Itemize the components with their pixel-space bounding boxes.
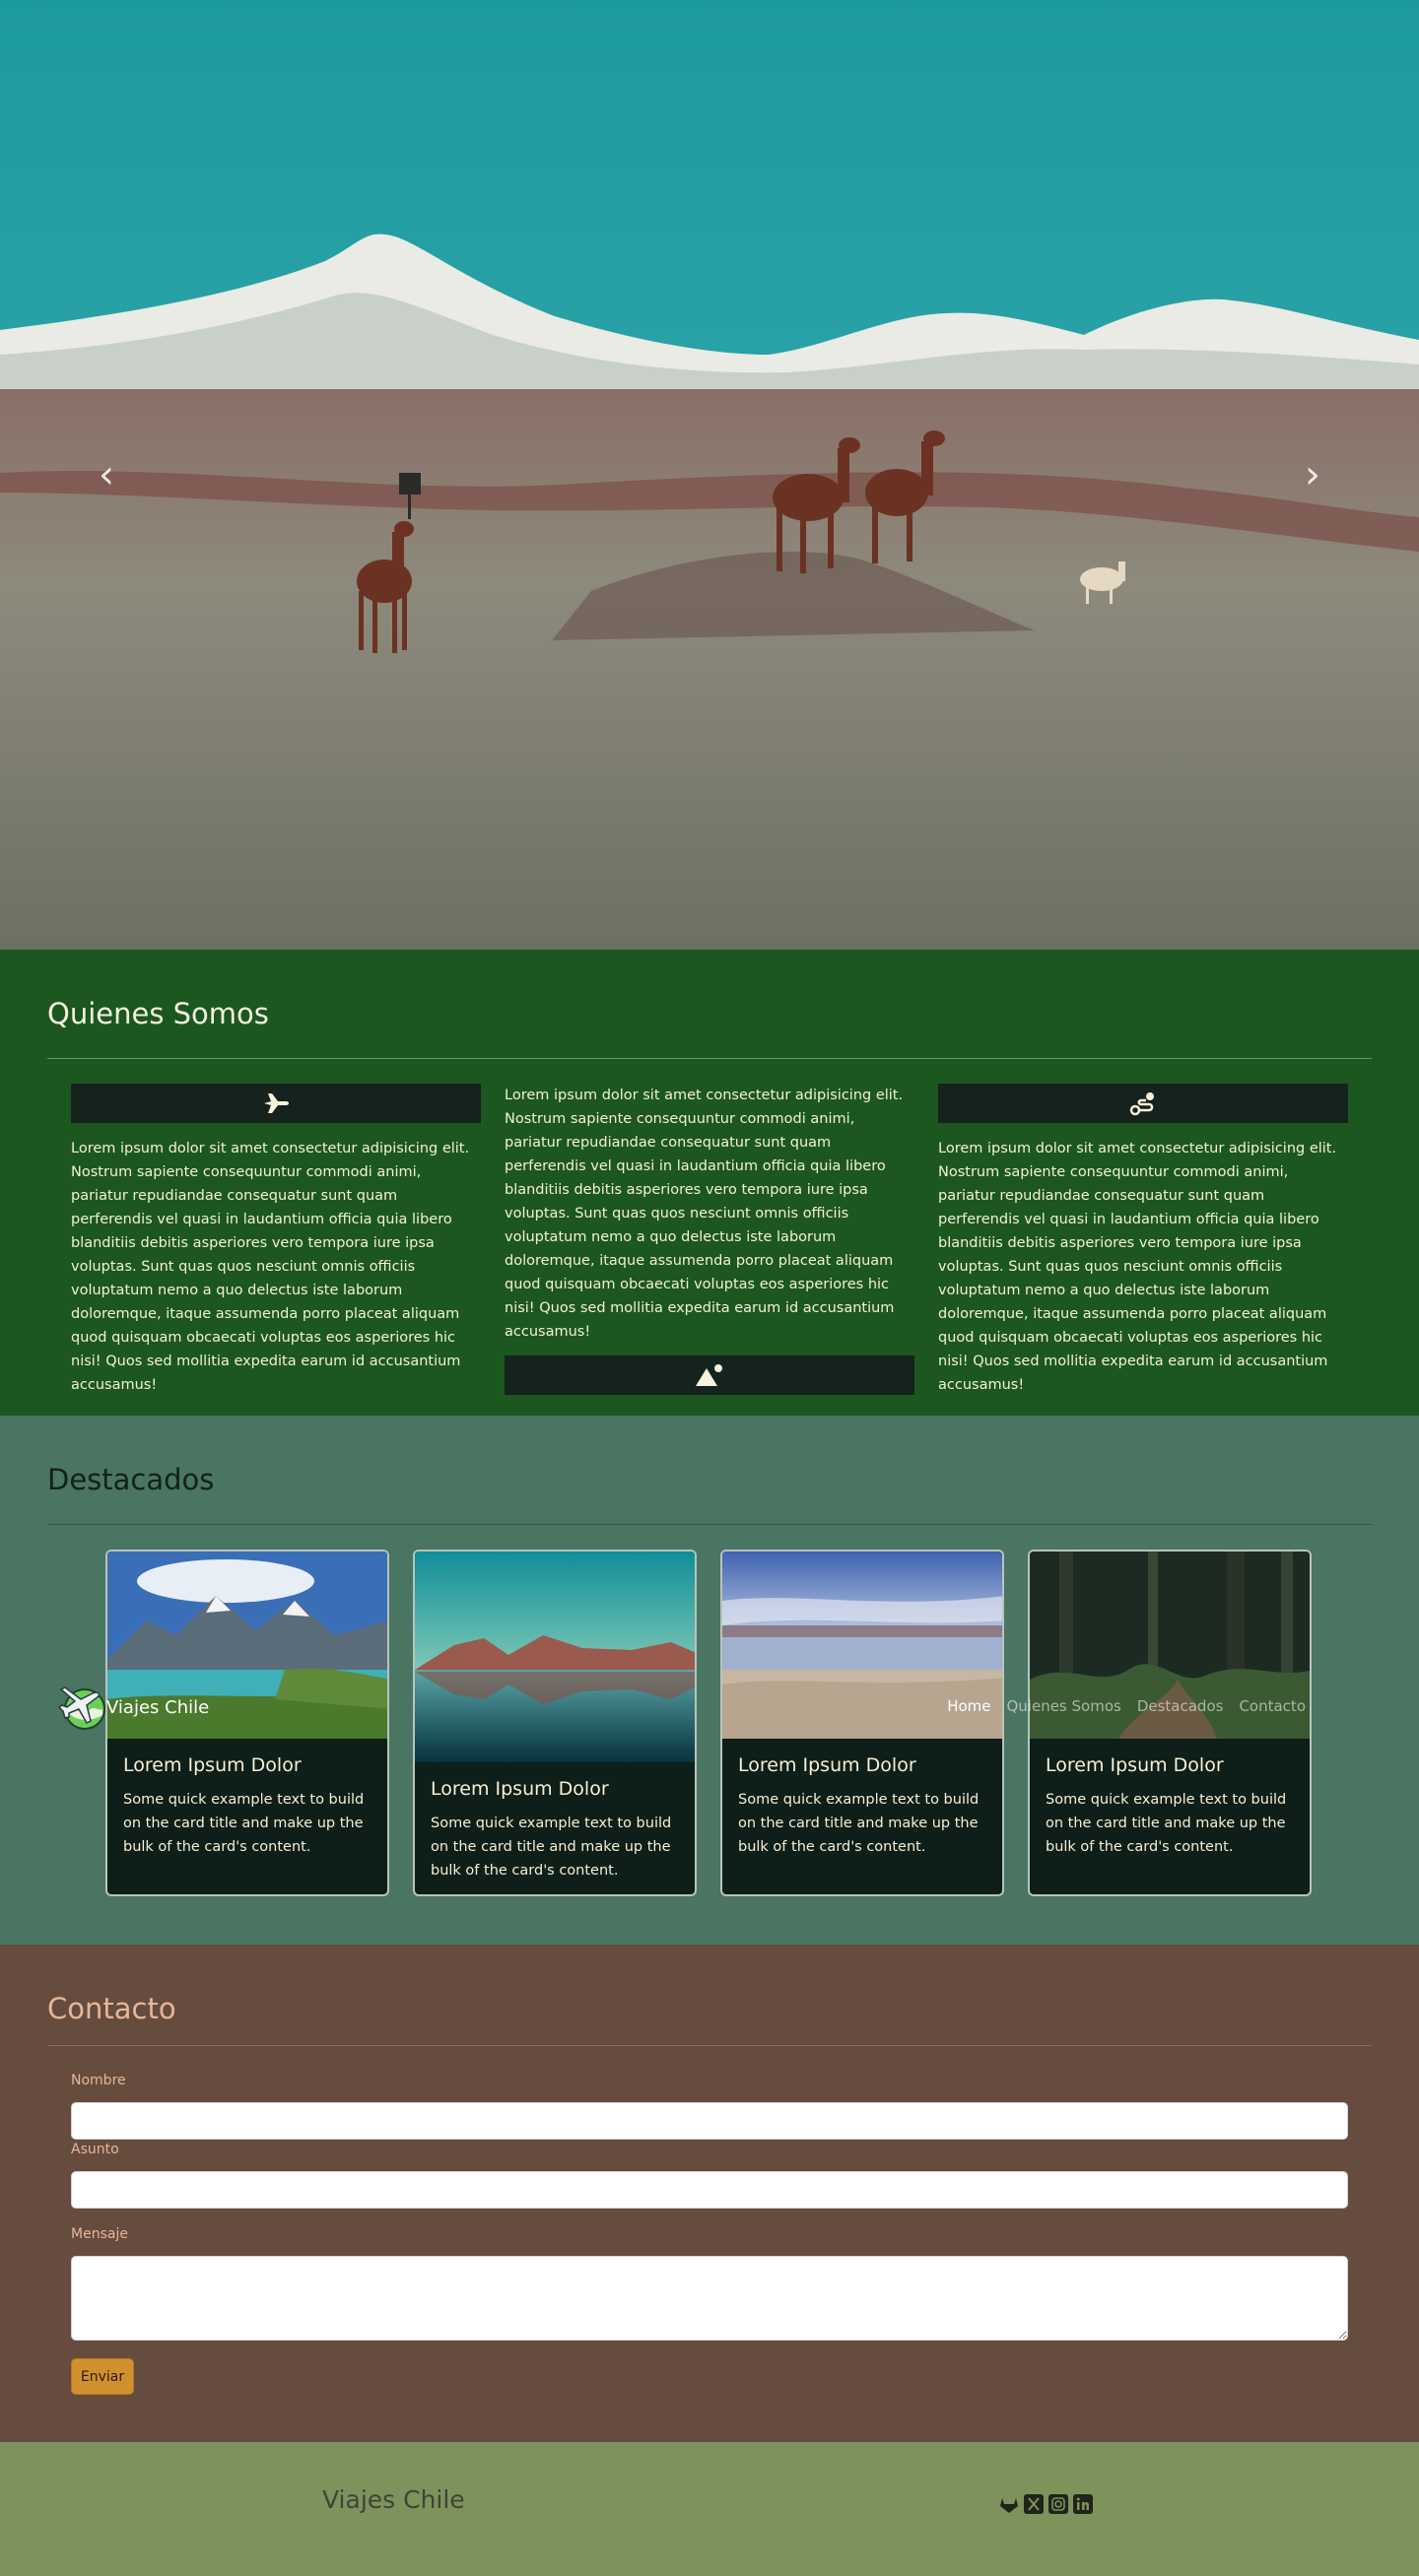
brand-text: Viajes Chile [106,1696,210,1718]
contacto-title: Contacto [47,1992,176,2025]
social-links [998,2493,1094,2515]
quienes-column-3: Lorem ipsum dolor sit amet consectetur a… [938,1084,1348,1397]
enviar-button[interactable]: Enviar [71,2358,134,2395]
asunto-label: Asunto [71,2142,119,2157]
mensaje-label: Mensaje [71,2226,128,2242]
navbar: Viajes Chile Home Quienes Somos Destacad… [0,1678,1419,1737]
footer: Viajes Chile [0,2442,1419,2576]
section-divider [47,1058,1372,1059]
chevron-left-icon: ‹ [99,452,114,497]
linkedin-icon[interactable] [1072,2493,1094,2515]
gitlab-icon[interactable] [998,2493,1020,2515]
route-icon [1129,1092,1154,1116]
quienes-column-1: Lorem ipsum dolor sit amet consectetur a… [71,1084,481,1397]
card-text: Some quick example text to build on the … [123,1792,365,1855]
airplane-globe-logo [57,1686,105,1730]
card-text: Some quick example text to build on the … [1046,1792,1287,1855]
card-title: Lorem Ipsum Dolor [123,1754,302,1776]
quienes-somos-section: Quienes Somos Lorem ipsum dolor sit amet… [0,950,1419,1416]
quienes-somos-title: Quienes Somos [47,997,269,1030]
card-title: Lorem Ipsum Dolor [431,1778,609,1800]
quienes-text: Lorem ipsum dolor sit amet consectetur a… [71,1141,470,1393]
nav-link-destacados[interactable]: Destacados [1137,1697,1224,1715]
quienes-column-2: Lorem ipsum dolor sit amet consectetur a… [505,1084,914,1395]
hero-image [0,0,1419,950]
x-icon[interactable] [1023,2493,1045,2515]
destacados-title: Destacados [47,1463,215,1496]
mountain-sun-icon [696,1364,722,1386]
card-title: Lorem Ipsum Dolor [1046,1754,1224,1776]
section-divider [47,1524,1372,1525]
instagram-icon[interactable] [1047,2493,1069,2515]
section-divider [47,2045,1372,2046]
nav-link-contacto[interactable]: Contacto [1239,1697,1306,1715]
mensaje-textarea[interactable] [71,2256,1348,2341]
icon-bar [71,1084,481,1123]
airplane-icon [264,1093,289,1113]
navbar-brand[interactable]: Viajes Chile [57,1682,209,1733]
card-title: Lorem Ipsum Dolor [738,1754,916,1776]
carousel-prev-button[interactable]: ‹ [87,455,126,495]
footer-brand: Viajes Chile [322,2485,465,2514]
chevron-right-icon: › [1305,452,1320,497]
carousel-next-button[interactable]: › [1293,455,1332,495]
contacto-section: Contacto Nombre Asunto Mensaje Enviar [0,1945,1419,2442]
nav-link-home[interactable]: Home [947,1697,990,1715]
icon-bar [938,1084,1348,1123]
nombre-label: Nombre [71,2073,126,2088]
nav-links: Home Quienes Somos Destacados Contacto [947,1697,1306,1715]
quienes-text: Lorem ipsum dolor sit amet consectetur a… [938,1141,1337,1393]
nombre-input[interactable] [71,2102,1348,2140]
quienes-text: Lorem ipsum dolor sit amet consectetur a… [505,1088,904,1340]
asunto-input[interactable] [71,2171,1348,2209]
nav-link-quienes-somos[interactable]: Quienes Somos [1006,1697,1120,1715]
icon-bar [505,1355,914,1395]
card-text: Some quick example text to build on the … [738,1792,980,1855]
hero-carousel: ‹ › [0,0,1419,950]
card-text: Some quick example text to build on the … [431,1816,672,1879]
